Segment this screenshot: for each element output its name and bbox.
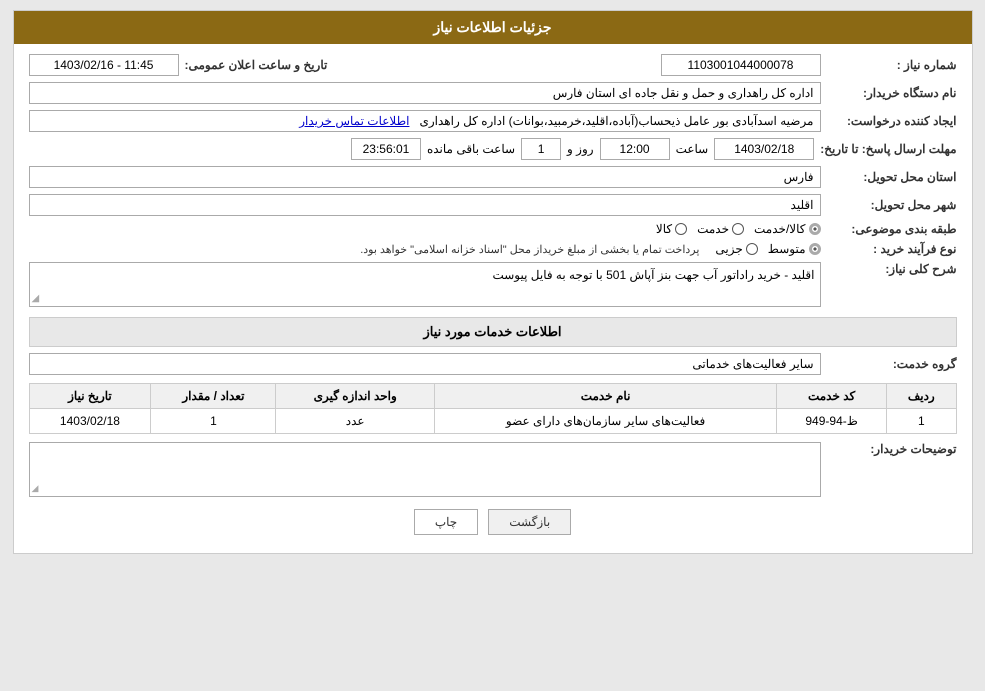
creator-text: مرضیه اسدآبادی بور عامل ذیحساب(آباده،اقل… xyxy=(419,114,813,128)
buyer-desc-resize-icon: ◢ xyxy=(32,483,39,494)
description-row: شرح کلی نیاز: اقلید - خرید راداتور آب جه… xyxy=(29,262,957,307)
radio-kala-khadamat-circle xyxy=(809,223,821,235)
radio-khadamat-circle xyxy=(732,223,744,235)
page-container: جزئیات اطلاعات نیاز شماره نیاز : 1103001… xyxy=(13,10,973,554)
radio-jozi-circle xyxy=(746,243,758,255)
reply-days-value: 1 xyxy=(521,138,561,160)
cell-quantity: 1 xyxy=(151,409,276,434)
cell-service-name: فعالیت‌های سایر سازمان‌های دارای عضو xyxy=(434,409,776,434)
service-group-value: سایر فعالیت‌های خدماتی xyxy=(29,353,821,375)
cell-service-code: ظ-94-949 xyxy=(777,409,887,434)
purchase-type-row: نوع فرآیند خرید : متوسط جزیی پرداخت تمام… xyxy=(29,242,957,256)
service-group-label: گروه خدمت: xyxy=(827,357,957,371)
need-number-value: 1103001044000078 xyxy=(661,54,821,76)
creator-label: ایجاد کننده درخواست: xyxy=(827,114,957,128)
province-value: فارس xyxy=(29,166,821,188)
page-title: جزئیات اطلاعات نیاز xyxy=(433,19,551,35)
col-header-quantity: تعداد / مقدار xyxy=(151,384,276,409)
buyer-desc-row: توضیحات خریدار: ◢ xyxy=(29,442,957,497)
category-options: کالا/خدمت خدمت کالا xyxy=(656,222,821,236)
announcement-date-label: تاریخ و ساعت اعلان عمومی: xyxy=(185,58,328,72)
print-button[interactable]: چاپ xyxy=(414,509,478,535)
radio-motavasset-circle xyxy=(809,243,821,255)
service-group-row: گروه خدمت: سایر فعالیت‌های خدماتی xyxy=(29,353,957,375)
cell-row-num: 1 xyxy=(887,409,956,434)
content-area: شماره نیاز : 1103001044000078 تاریخ و سا… xyxy=(14,44,972,553)
cell-date: 1403/02/18 xyxy=(29,409,151,434)
description-textarea[interactable]: اقلید - خرید راداتور آب جهت بنز آپاش 501… xyxy=(29,262,821,307)
city-label: شهر محل تحویل: xyxy=(827,198,957,212)
purchase-type-label: نوع فرآیند خرید : xyxy=(827,242,957,256)
province-label: استان محل تحویل: xyxy=(827,170,957,184)
col-header-unit: واحد اندازه گیری xyxy=(276,384,435,409)
cell-unit: عدد xyxy=(276,409,435,434)
back-button[interactable]: بازگشت xyxy=(488,509,571,535)
col-header-service-code: کد خدمت xyxy=(777,384,887,409)
reply-date-label: مهلت ارسال پاسخ: تا تاریخ: xyxy=(820,142,956,156)
footer-buttons: بازگشت چاپ xyxy=(29,509,957,535)
reply-date-value: 1403/02/18 xyxy=(714,138,814,160)
reply-time-label: ساعت xyxy=(676,142,709,156)
buyer-value: اداره کل راهداری و حمل و نقل جاده ای است… xyxy=(29,82,821,104)
table-row: 1 ظ-94-949 فعالیت‌های سایر سازمان‌های دا… xyxy=(29,409,956,434)
services-table: ردیف کد خدمت نام خدمت واحد اندازه گیری ت… xyxy=(29,383,957,434)
province-row: استان محل تحویل: فارس xyxy=(29,166,957,188)
purchase-type-options: متوسط جزیی xyxy=(715,242,820,256)
radio-kala-label: کالا xyxy=(656,222,672,236)
reply-remaining-label: ساعت باقی مانده xyxy=(427,142,515,156)
radio-kala-khadamat[interactable]: کالا/خدمت xyxy=(754,222,820,236)
radio-jozi-label: جزیی xyxy=(715,242,742,256)
need-number-label: شماره نیاز : xyxy=(827,58,957,72)
buyer-label: نام دستگاه خریدار: xyxy=(827,86,957,100)
radio-khadamat-label: خدمت xyxy=(697,222,729,236)
buyer-desc-label: توضیحات خریدار: xyxy=(827,442,957,456)
reply-date-row: مهلت ارسال پاسخ: تا تاریخ: 1403/02/18 سا… xyxy=(29,138,957,160)
radio-kala[interactable]: کالا xyxy=(656,222,687,236)
radio-khadamat[interactable]: خدمت xyxy=(697,222,744,236)
announcement-date-value: 1403/02/16 - 11:45 xyxy=(29,54,179,76)
reply-remaining-value: 23:56:01 xyxy=(351,138,421,160)
need-number-row: شماره نیاز : 1103001044000078 تاریخ و سا… xyxy=(29,54,957,76)
radio-kala-circle xyxy=(675,223,687,235)
buyer-desc-textarea[interactable]: ◢ xyxy=(29,442,821,497)
radio-kala-khadamat-label: کالا/خدمت xyxy=(754,222,805,236)
page-header: جزئیات اطلاعات نیاز xyxy=(14,11,972,44)
reply-days-label: روز و xyxy=(567,142,594,156)
description-label: شرح کلی نیاز: xyxy=(827,262,957,276)
radio-motavasset-label: متوسط xyxy=(768,242,806,256)
resize-icon: ◢ xyxy=(32,293,40,304)
reply-time-value: 12:00 xyxy=(600,138,670,160)
services-table-section: ردیف کد خدمت نام خدمت واحد اندازه گیری ت… xyxy=(29,383,957,434)
purchase-type-note: پرداخت تمام یا بخشی از مبلغ خریداز محل "… xyxy=(360,243,699,256)
radio-motavasset[interactable]: متوسط xyxy=(768,242,821,256)
radio-jozi[interactable]: جزیی xyxy=(715,242,757,256)
description-value: اقلید - خرید راداتور آب جهت بنز آپاش 501… xyxy=(492,268,814,282)
col-header-date: تاریخ نیاز xyxy=(29,384,151,409)
city-value: اقلید xyxy=(29,194,821,216)
creator-row: ایجاد کننده درخواست: مرضیه اسدآبادی بور … xyxy=(29,110,957,132)
col-header-service-name: نام خدمت xyxy=(434,384,776,409)
category-label: طبقه بندی موضوعی: xyxy=(827,222,957,236)
col-header-row-num: ردیف xyxy=(887,384,956,409)
creator-value: مرضیه اسدآبادی بور عامل ذیحساب(آباده،اقل… xyxy=(29,110,821,132)
city-row: شهر محل تحویل: اقلید xyxy=(29,194,957,216)
contact-link[interactable]: اطلاعات تماس خریدار xyxy=(299,114,409,128)
category-row: طبقه بندی موضوعی: کالا/خدمت خدمت کالا xyxy=(29,222,957,236)
services-section-header: اطلاعات خدمات مورد نیاز xyxy=(29,317,957,347)
buyer-row: نام دستگاه خریدار: اداره کل راهداری و حم… xyxy=(29,82,957,104)
